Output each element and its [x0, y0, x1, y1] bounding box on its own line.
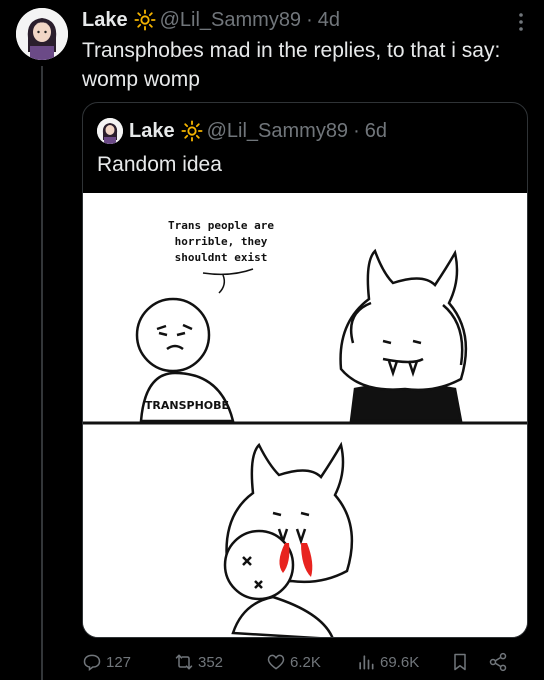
- quoted-author-handle: @Lil_Sammy89: [206, 119, 349, 142]
- share-icon: [489, 652, 507, 672]
- views-count: 69.6K: [380, 653, 420, 671]
- author-name[interactable]: Lake: [82, 9, 128, 32]
- repost-icon: [175, 654, 193, 670]
- separator-dot: ·: [306, 8, 313, 31]
- speech-line-3: shouldnt exist: [175, 251, 268, 264]
- bookmark-icon: [454, 653, 466, 671]
- repost-count: 352: [198, 653, 224, 671]
- speech-line-1: Trans people are: [168, 219, 274, 232]
- quoted-author-name: Lake: [129, 119, 175, 142]
- comic-image[interactable]: Trans people are horrible, they shouldnt…: [83, 193, 527, 637]
- repost-button[interactable]: 352: [174, 652, 223, 672]
- quoted-author-avatar: [97, 118, 123, 144]
- bookmark-button[interactable]: [450, 652, 474, 672]
- tweet-time[interactable]: 4d: [318, 9, 340, 32]
- shirt-text: TRANSPHOBE: [145, 399, 229, 412]
- reply-button[interactable]: 127: [82, 652, 131, 672]
- tweet-text: Transphobes mad in the replies, to that …: [82, 39, 501, 91]
- share-button[interactable]: [488, 652, 512, 672]
- views-button[interactable]: 69.6K: [356, 652, 419, 672]
- sun-icon: [181, 120, 203, 142]
- author-handle[interactable]: @Lil_Sammy89: [160, 9, 301, 32]
- quoted-tweet-text: Random idea: [97, 153, 222, 176]
- quoted-tweet-time: 6d: [364, 119, 387, 142]
- reply-count: 127: [106, 653, 132, 671]
- reply-icon: [83, 654, 101, 671]
- action-bar: 127 352 6.2K 69.6K: [82, 648, 532, 678]
- author-avatar[interactable]: [16, 8, 68, 60]
- like-count: 6.2K: [290, 653, 321, 671]
- views-icon: [359, 655, 374, 670]
- separator-dot: ·: [353, 119, 360, 142]
- quoted-tweet[interactable]: Lake @Lil_Sammy89 · 6d Random idea Trans…: [82, 102, 528, 638]
- more-icon[interactable]: [512, 10, 530, 34]
- comic-drawing: Trans people are horrible, they shouldnt…: [83, 193, 527, 637]
- quoted-tweet-header: Lake @Lil_Sammy89 · 6d: [97, 117, 387, 145]
- sun-icon: [134, 9, 156, 31]
- speech-line-2: horrible, they: [175, 235, 268, 248]
- thread-line: [41, 66, 43, 680]
- tweet-header: Lake @Lil_Sammy89 · 4d: [82, 6, 340, 34]
- like-button[interactable]: 6.2K: [266, 652, 321, 672]
- like-icon: [267, 654, 285, 670]
